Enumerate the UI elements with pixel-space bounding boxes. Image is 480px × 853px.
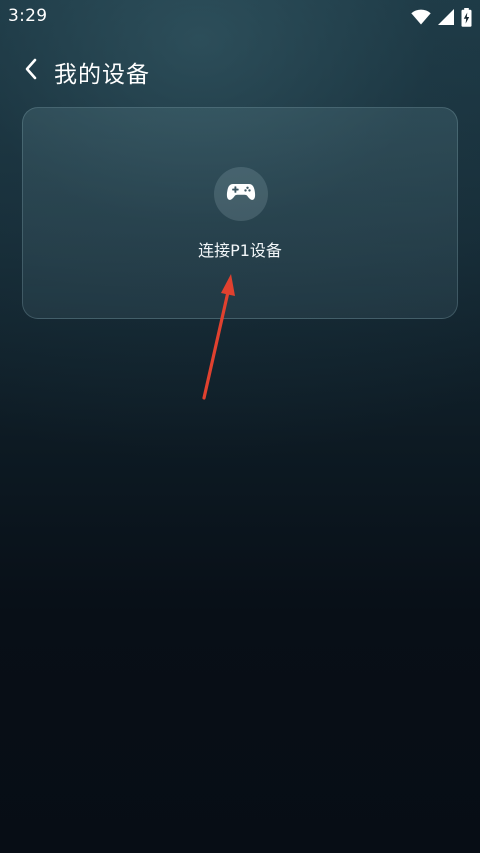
status-bar: 3:29 <box>0 0 480 34</box>
cellular-signal-icon <box>437 8 455 26</box>
wifi-icon <box>411 9 431 25</box>
chevron-left-icon <box>23 57 39 85</box>
connect-device-label: 连接P1设备 <box>198 241 282 260</box>
page-title: 我的设备 <box>54 62 150 88</box>
status-time: 3:29 <box>8 6 48 26</box>
header: 我的设备 <box>0 46 480 94</box>
gamepad-icon <box>226 182 256 206</box>
battery-charging-icon <box>461 7 472 27</box>
back-button[interactable] <box>14 54 48 88</box>
controller-icon-circle <box>214 167 268 221</box>
status-icons <box>411 7 472 27</box>
annotation-arrow-icon <box>202 274 235 400</box>
